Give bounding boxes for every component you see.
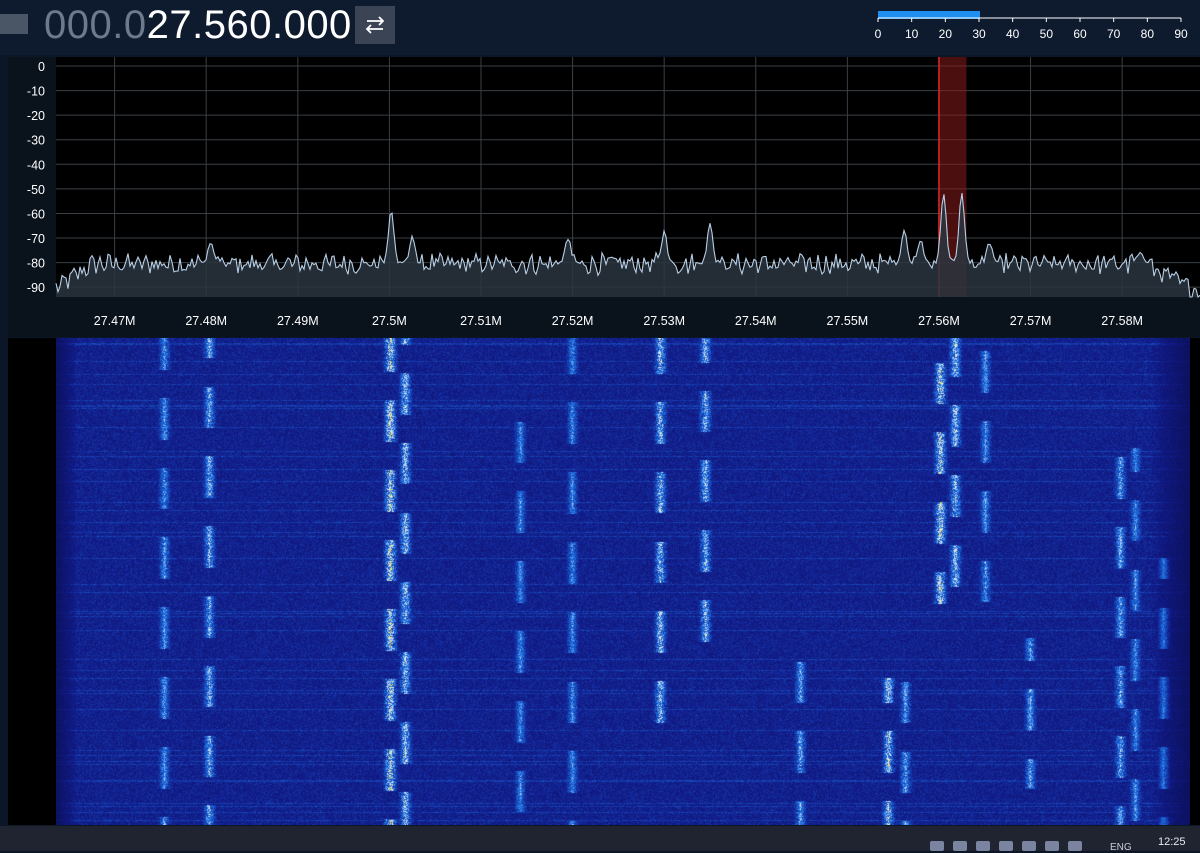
level-tick-label: 80 <box>1141 27 1155 41</box>
y-tick-label: -80 <box>27 257 45 271</box>
clock[interactable]: 12:25 <box>1158 836 1186 848</box>
wifi-icon[interactable] <box>1045 841 1059 851</box>
y-tick-label: -30 <box>27 134 45 148</box>
x-tick-label: 27.52M <box>552 314 594 328</box>
y-tick-label: -60 <box>27 207 45 221</box>
volume-icon[interactable] <box>1068 841 1082 851</box>
y-tick-label: -90 <box>27 281 45 295</box>
level-tick-label: 50 <box>1040 27 1054 41</box>
swap-button[interactable] <box>355 6 395 44</box>
y-tick-label: -50 <box>27 183 45 197</box>
frequency-display[interactable]: 000.027.560.000 <box>44 2 352 48</box>
signal-level-scale: 0 10 20 30 40 50 60 70 80 90 <box>875 17 1188 41</box>
waterfall-view[interactable] <box>8 338 1200 825</box>
x-tick-label: 27.58M <box>1101 314 1143 328</box>
x-tick-label: 27.55M <box>827 314 869 328</box>
waterfall-canvas[interactable] <box>56 338 1190 825</box>
y-tick-label: -40 <box>27 158 45 172</box>
level-tick-label: 60 <box>1073 27 1087 41</box>
swap-arrows-icon <box>365 16 385 34</box>
x-tick-label: 27.56M <box>918 314 960 328</box>
frequency-digits[interactable]: 27.560.000 <box>147 3 352 47</box>
level-tick-label: 20 <box>939 27 953 41</box>
x-tick-label: 27.5M <box>372 314 407 328</box>
usb-icon[interactable] <box>953 841 967 851</box>
system-tray <box>930 826 1082 851</box>
security-icon[interactable] <box>999 841 1013 851</box>
taskbar: ENG 12:25 <box>0 826 1200 853</box>
x-tick-label: 27.51M <box>460 314 502 328</box>
frequency-leading-digits[interactable]: 000.0 <box>44 3 147 47</box>
level-tick-label: 30 <box>972 27 986 41</box>
app-icon[interactable] <box>976 841 990 851</box>
level-tick-label: 0 <box>875 27 882 41</box>
x-tick-label: 27.49M <box>277 314 319 328</box>
level-tick-label: 90 <box>1174 27 1188 41</box>
level-tick-label: 40 <box>1006 27 1020 41</box>
spectrum-plot[interactable]: 0 -10 -20 -30 -40 -50 -60 -70 -80 -90 27.47M 27.48M… <box>8 57 1200 337</box>
y-tick-label: -70 <box>27 232 45 246</box>
x-tick-label: 27.47M <box>94 314 136 328</box>
spectrum-view[interactable]: 0 -10 -20 -30 -40 -50 -60 -70 -80 -90 27.47M 27.48M… <box>8 57 1200 337</box>
y-tick-label: -20 <box>27 109 45 123</box>
level-tick-label: 10 <box>905 27 919 41</box>
x-tick-label: 27.53M <box>643 314 685 328</box>
network-icon[interactable] <box>1022 841 1036 851</box>
menu-button[interactable] <box>0 14 28 34</box>
window-icon[interactable] <box>930 841 944 851</box>
x-tick-label: 27.48M <box>185 314 227 328</box>
language-indicator[interactable]: ENG <box>1110 842 1132 853</box>
level-tick-label: 70 <box>1107 27 1121 41</box>
y-tick-label: 0 <box>38 60 45 74</box>
y-tick-label: -10 <box>27 85 45 99</box>
top-toolbar: 000.027.560.000 0 10 20 30 40 50 60 70 80 90 <box>0 0 1200 55</box>
x-tick-label: 27.54M <box>735 314 777 328</box>
x-tick-label: 27.57M <box>1010 314 1052 328</box>
